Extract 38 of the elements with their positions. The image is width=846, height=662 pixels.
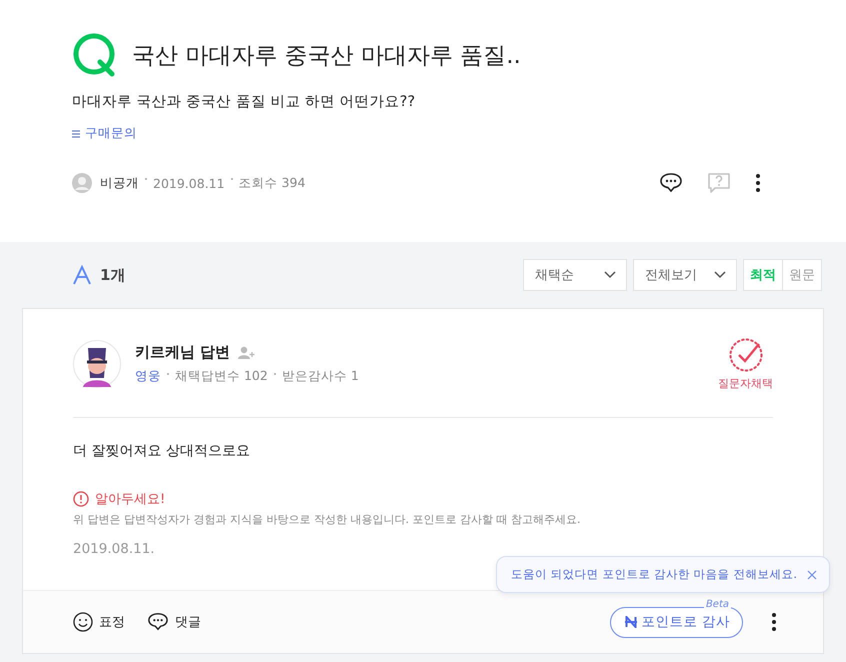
answer-stat: 받은감사수 1 xyxy=(282,368,359,385)
speech-bubble-icon[interactable] xyxy=(659,172,683,194)
close-icon[interactable] xyxy=(807,570,817,580)
question-text: 마대자루 국산과 중국산 품질 비교 하면 어떤가요?? xyxy=(72,93,416,111)
answer-stat: 채택답변수 102 xyxy=(175,368,268,385)
adopted-label: 질문자채택 xyxy=(718,376,773,391)
sort-dropdown[interactable]: 전체보기 xyxy=(633,259,737,291)
sort-dropdown[interactable]: 채택순 xyxy=(523,259,627,291)
n-coin-icon xyxy=(624,616,637,628)
beta-tag: Beta xyxy=(704,598,731,610)
notice-title: 알아두세요! xyxy=(95,491,166,508)
dotted-check-icon xyxy=(728,337,764,373)
answer-date: 2019.08.11. xyxy=(73,541,156,557)
chevron-down-icon xyxy=(714,271,726,279)
answerer-name: 키르케님 답변 xyxy=(135,343,230,362)
answer-count: 1개 xyxy=(100,266,126,284)
more-icon[interactable] xyxy=(755,173,761,193)
a-logo-icon xyxy=(72,265,92,285)
reaction-button[interactable]: 표정 xyxy=(73,612,125,632)
smiley-icon xyxy=(73,612,93,632)
grade-label: 영웅 xyxy=(135,368,161,385)
tooltip-text: 도움이 되었다면 포인트로 감사한 마음을 전해보세요. xyxy=(511,567,797,582)
alert-icon xyxy=(73,491,89,507)
reaction-button[interactable]: 댓글 xyxy=(147,612,201,632)
view-count: 조회수 394 xyxy=(238,174,306,192)
profile-figure-icon xyxy=(73,340,121,388)
list-icon xyxy=(72,130,80,138)
chevron-down-icon xyxy=(604,271,616,279)
question-title: 국산 마대자루 중국산 마대자루 품질.. xyxy=(132,42,521,70)
thanks-button[interactable]: 포인트로 감사 xyxy=(610,606,743,638)
category-link[interactable]: 구매문의 xyxy=(72,125,137,142)
answer-text: 더 잘찢어져요 상대적으로요 xyxy=(73,442,251,460)
author-name: 비공개 xyxy=(100,174,139,192)
notice-text: 위 답변은 답변작성자가 경험과 지식을 바탕으로 작성한 내용입니다. 포인트로 감사할 때 참고해주세요. xyxy=(73,512,582,527)
speech-bubble-icon xyxy=(147,612,169,632)
avatar-icon xyxy=(72,173,92,193)
post-date: 2019.08.11 xyxy=(153,176,225,190)
more-icon[interactable] xyxy=(771,612,777,632)
